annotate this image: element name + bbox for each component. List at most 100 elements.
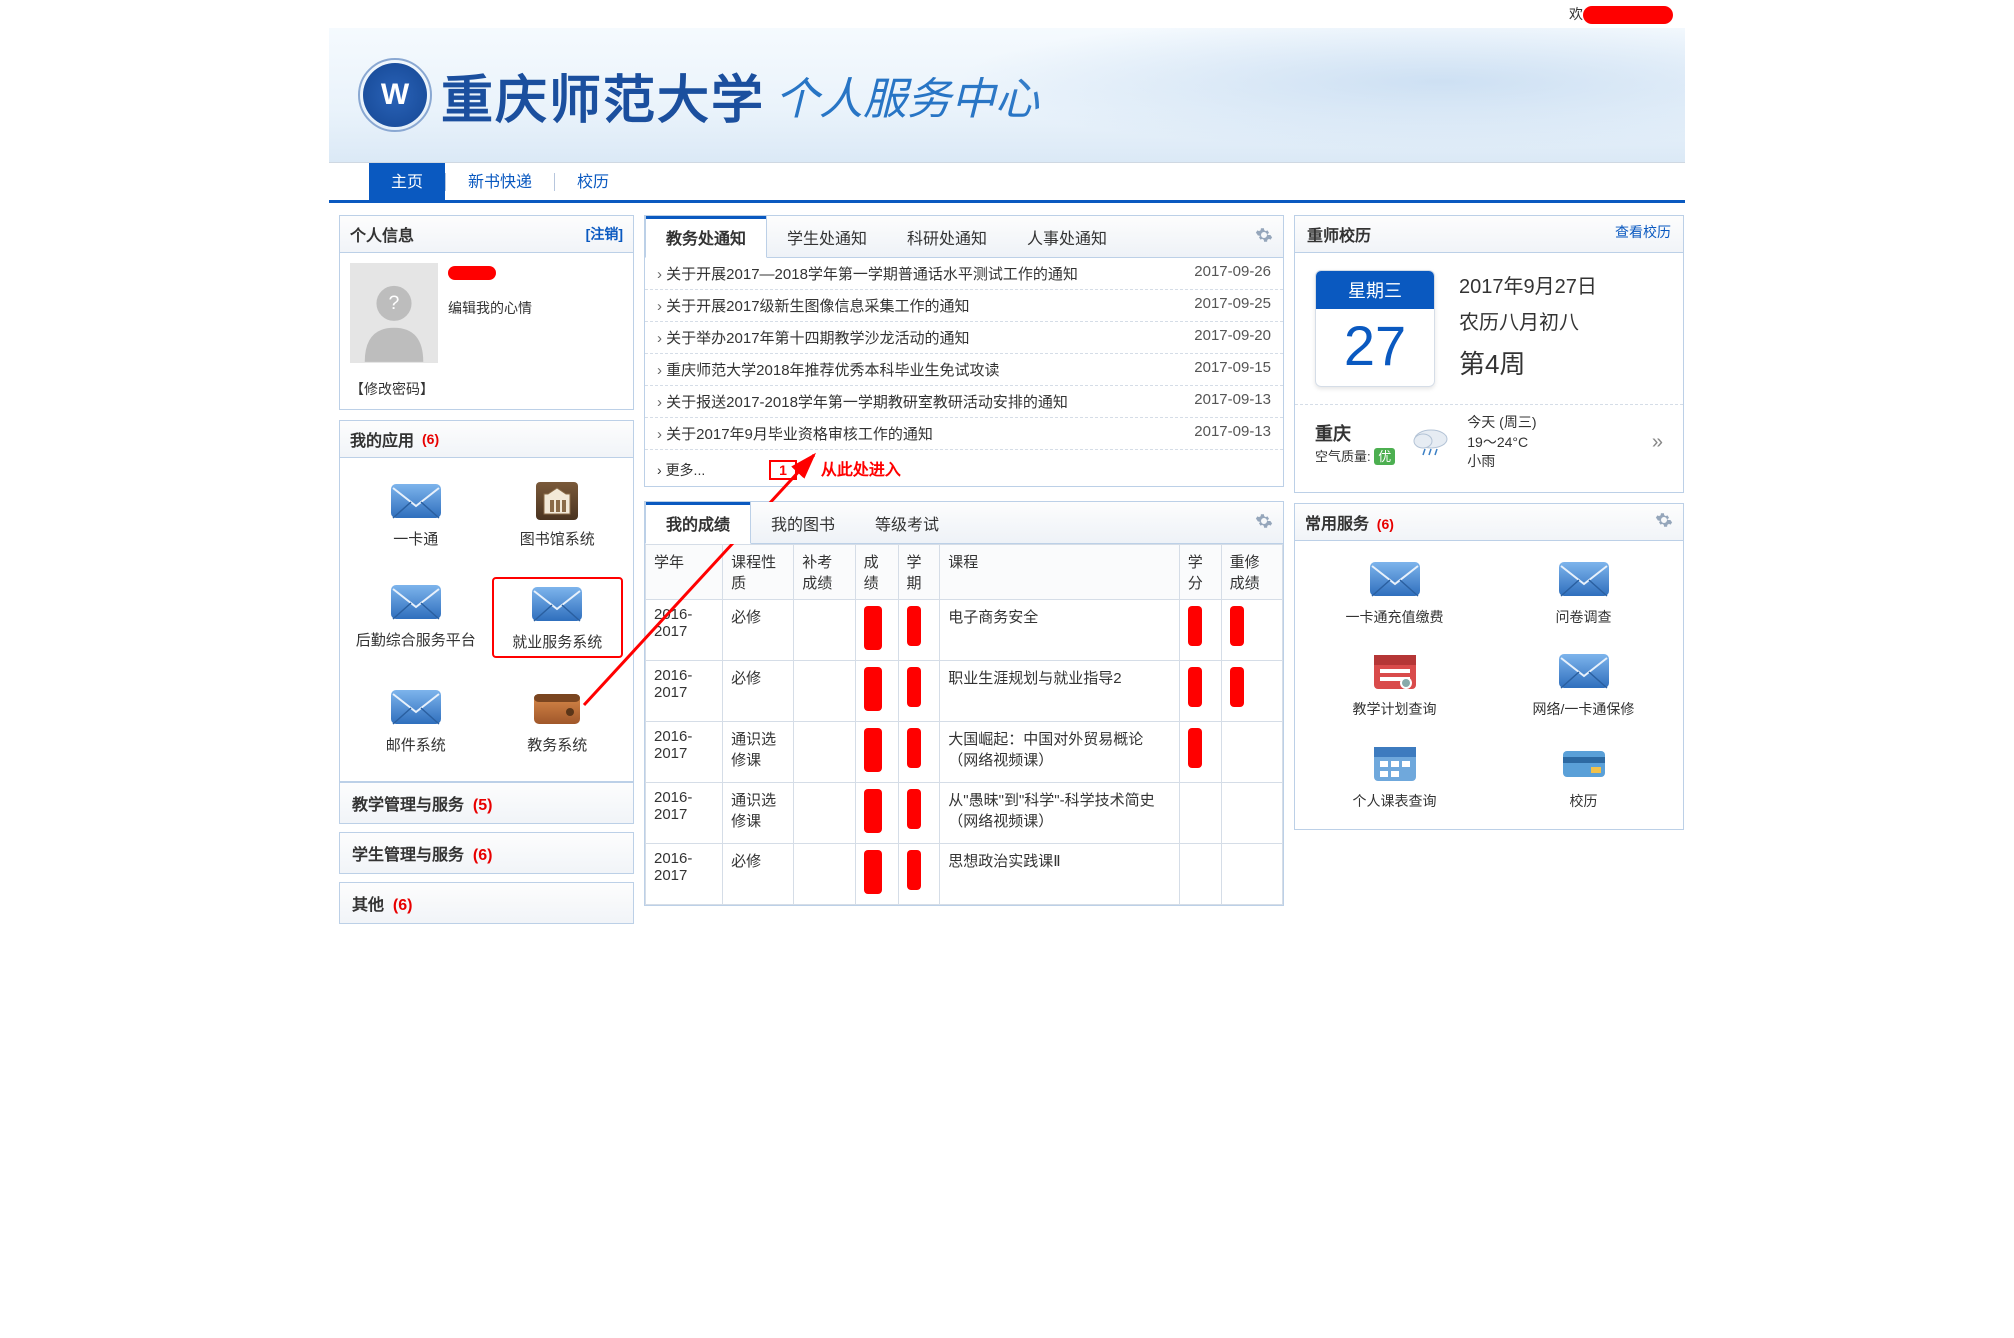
service-item-3[interactable]: 网络/一卡通保修	[1494, 649, 1673, 719]
welcome-label: 欢	[1569, 6, 1583, 22]
grade-header-3: 成绩	[855, 545, 898, 600]
notice-item-4[interactable]: 关于报送2017-2018学年第一学期教研室教研活动安排的通知 2017-09-1…	[645, 386, 1283, 418]
notice-item-0[interactable]: 关于开展2017—2018学年第一学期普通话水平测试工作的通知 2017-09-2…	[645, 258, 1283, 290]
tab-rsc-notice[interactable]: 人事处通知	[1007, 217, 1127, 257]
banner: W 重庆师范大学 个人服务中心	[329, 28, 1685, 163]
redacted-score	[864, 667, 882, 711]
services-settings[interactable]	[1655, 511, 1673, 532]
notice-date: 2017-09-25	[1194, 295, 1271, 316]
notice-item-3[interactable]: 重庆师范大学2018年推荐优秀本科毕业生免试攻读 2017-09-15	[645, 354, 1283, 386]
calendar-panel: 重师校历 查看校历 星期三 27 2017年9月27日 农历八月初八 第4周	[1294, 215, 1684, 493]
annotation-text: 从此处进入	[821, 462, 901, 479]
edit-mood-link[interactable]: 编辑我的心情	[448, 298, 623, 318]
category-bar-0[interactable]: 教学管理与服务 (5)	[339, 782, 634, 824]
redacted-term	[907, 667, 921, 707]
notice-title[interactable]: 关于报送2017-2018学年第一学期教研室教研活动安排的通知	[657, 391, 1068, 412]
app-item-2[interactable]: 后勤综合服务平台	[350, 577, 482, 658]
notice-item-2[interactable]: 关于举办2017年第十四期教学沙龙活动的通知2017-09-20	[645, 322, 1283, 354]
calendar-title: 重师校历	[1307, 222, 1371, 246]
notice-date: 2017-09-13	[1194, 423, 1271, 444]
view-calendar-link[interactable]: 查看校历	[1615, 222, 1671, 246]
app-item-5[interactable]: 教务系统	[492, 682, 624, 759]
grade-header-4: 学期	[898, 545, 940, 600]
mail-icon	[389, 686, 443, 728]
mail-icon	[1557, 557, 1611, 601]
notices-settings[interactable]	[1245, 220, 1283, 253]
tab-kyc-notice[interactable]: 科研处通知	[887, 217, 1007, 257]
notices-more-link[interactable]: › 更多...	[657, 462, 705, 478]
my-apps-title: 我的应用	[350, 427, 414, 451]
services-count: (6)	[1377, 516, 1394, 532]
notice-title[interactable]: 关于开展2017级新生图像信息采集工作的通知	[657, 295, 970, 316]
app-item-1[interactable]: 图书馆系统	[492, 476, 624, 553]
category-bar-2[interactable]: 其他 (6)	[339, 882, 634, 924]
notice-date: 2017-09-26	[1194, 263, 1271, 284]
service-label: 校历	[1570, 791, 1598, 811]
service-item-0[interactable]: 一卡通充值缴费	[1305, 557, 1484, 627]
redacted-credit	[1188, 606, 1202, 646]
nav-home[interactable]: 主页	[369, 160, 445, 200]
library-icon	[530, 480, 584, 522]
change-password-link[interactable]: 【修改密码】	[340, 373, 633, 409]
mail-icon	[389, 581, 443, 623]
nav-calendar[interactable]: 校历	[555, 160, 631, 200]
tab-xsc-notice[interactable]: 学生处通知	[767, 217, 887, 257]
grade-row-3: 2016-2017通识选修课从"愚昧"到"科学"-科学技术简史（网络视频课）	[646, 783, 1283, 844]
notice-title[interactable]: 关于举办2017年第十四期教学沙龙活动的通知	[657, 327, 970, 348]
aqi-badge: 优	[1374, 448, 1395, 465]
redacted-retake	[1230, 667, 1244, 707]
annotation-number: 1	[769, 460, 797, 480]
redacted-term	[907, 606, 921, 646]
app-item-4[interactable]: 邮件系统	[350, 682, 482, 759]
app-item-0[interactable]: 一卡通	[350, 476, 482, 553]
calendar-date-widget: 星期三 27	[1315, 270, 1435, 387]
grade-row-4: 2016-2017必修思想政治实践课Ⅱ	[646, 844, 1283, 905]
service-item-4[interactable]: 个人课表查询	[1305, 741, 1484, 811]
grade-row-0: 2016-2017必修电子商务安全	[646, 600, 1283, 661]
notice-title[interactable]: 重庆师范大学2018年推荐优秀本科毕业生免试攻读	[657, 359, 1000, 380]
tab-jwc-notice[interactable]: 教务处通知	[645, 216, 767, 258]
svg-text:?: ?	[389, 293, 400, 315]
service-label: 个人课表查询	[1353, 791, 1437, 811]
grade-header-5: 课程	[940, 545, 1179, 600]
notice-item-5[interactable]: 关于2017年9月毕业资格审核工作的通知 2017-09-13	[645, 418, 1283, 450]
notice-title[interactable]: 关于开展2017—2018学年第一学期普通话水平测试工作的通知	[657, 263, 1078, 284]
weather-next-icon[interactable]: »	[1652, 431, 1663, 454]
app-label: 图书馆系统	[520, 528, 595, 549]
app-label: 教务系统	[527, 734, 587, 755]
redacted-credit	[1188, 667, 1202, 707]
service-label: 问卷调查	[1556, 607, 1612, 627]
logout-link[interactable]: [注销]	[586, 224, 623, 244]
service-item-1[interactable]: 问卷调查	[1494, 557, 1673, 627]
notice-item-1[interactable]: 关于开展2017级新生图像信息采集工作的通知 2017-09-25	[645, 290, 1283, 322]
weather-today: 今天 (周三)	[1467, 413, 1536, 433]
profile-panel: 个人信息 [注销] ? 编辑我的心情 【修改密码】	[339, 215, 634, 410]
grade-header-1: 课程性质	[723, 545, 794, 600]
service-item-2[interactable]: 教学计划查询	[1305, 649, 1484, 719]
grade-header-6: 学分	[1179, 545, 1221, 600]
redacted-score	[864, 789, 882, 833]
notice-title[interactable]: 关于2017年9月毕业资格审核工作的通知	[657, 423, 933, 444]
avatar[interactable]: ?	[350, 263, 438, 363]
service-item-5[interactable]: 校历	[1494, 741, 1673, 811]
nav-new-books[interactable]: 新书快递	[446, 160, 554, 200]
app-label: 后勤综合服务平台	[356, 629, 476, 650]
wallet-icon	[530, 686, 584, 728]
tab-my-grades[interactable]: 我的成绩	[645, 502, 751, 544]
app-item-3[interactable]: 就业服务系统	[492, 577, 624, 658]
semester-week: 第4周	[1459, 341, 1597, 388]
grades-settings[interactable]	[1245, 506, 1283, 539]
lunar-date: 农历八月初八	[1459, 305, 1597, 341]
category-bar-1[interactable]: 学生管理与服务 (6)	[339, 832, 634, 874]
notice-date: 2017-09-13	[1194, 391, 1271, 412]
notice-date: 2017-09-15	[1194, 359, 1271, 380]
app-label: 邮件系统	[386, 734, 446, 755]
tab-level-exam[interactable]: 等级考试	[855, 503, 959, 543]
tab-my-books[interactable]: 我的图书	[751, 503, 855, 543]
service-label: 教学计划查询	[1353, 699, 1437, 719]
weather-cond: 小雨	[1467, 452, 1536, 472]
services-title: 常用服务	[1305, 516, 1369, 533]
weather-temp: 19～24°C	[1467, 433, 1536, 453]
main-nav: 主页 新书快递 校历	[329, 163, 1685, 203]
grade-header-0: 学年	[646, 545, 723, 600]
